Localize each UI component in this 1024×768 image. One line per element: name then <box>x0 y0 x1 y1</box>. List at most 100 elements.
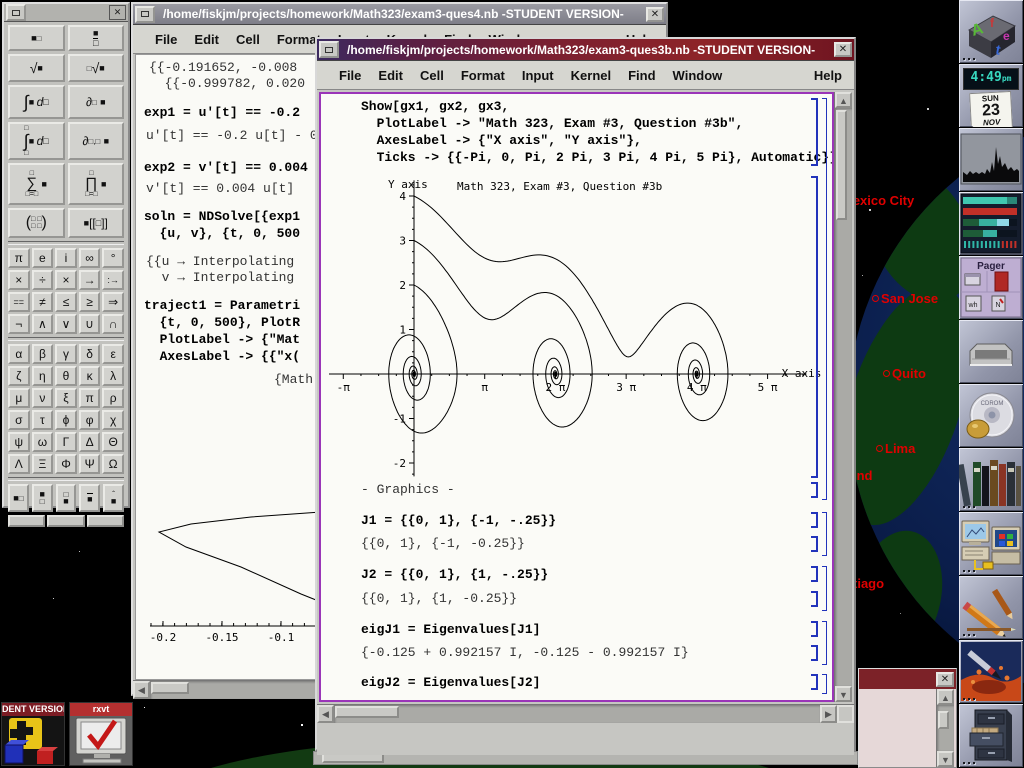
cell-bracket[interactable] <box>811 566 818 582</box>
back-menu-edit[interactable]: Edit <box>194 32 219 47</box>
front-menu-file[interactable]: File <box>339 68 361 83</box>
front-cell-output[interactable]: {{0, 1}, {-1, -0.25}} <box>361 536 525 552</box>
scroll-left-icon[interactable]: ◀ <box>133 681 150 699</box>
palette-symbol-Φ[interactable]: Φ <box>55 454 77 474</box>
palette-product-button[interactable]: □∏□=□ ■ <box>68 163 125 205</box>
palette-sqrt-button[interactable]: √■ <box>8 54 65 82</box>
back-cell-output[interactable]: v'[t] == 0.004 u[t] <box>146 181 294 197</box>
palette-nth-root-button[interactable]: □√■ <box>68 54 125 82</box>
cell-bracket[interactable] <box>811 645 818 661</box>
palette-symbol-≠[interactable]: ≠ <box>32 292 54 312</box>
peek-vscrollbar[interactable]: ▲ ▼ <box>936 689 954 767</box>
palette-symbol-β[interactable]: β <box>32 344 54 364</box>
close-icon[interactable]: ✕ <box>646 7 664 22</box>
palette-symbol-γ[interactable]: γ <box>55 344 77 364</box>
palette-underscript-button[interactable]: ■□ <box>32 484 53 512</box>
scroll-up-icon[interactable]: ▲ <box>937 689 954 705</box>
palette-subscript-button[interactable]: ■□ <box>8 484 29 512</box>
palette-symbol-Γ[interactable]: Γ <box>55 432 77 452</box>
cell-bracket[interactable] <box>811 621 818 637</box>
palette-symbol-≥[interactable]: ≥ <box>79 292 101 312</box>
cell-group-bracket[interactable] <box>822 98 827 500</box>
cell-bracket[interactable] <box>811 176 818 478</box>
palette-symbol-¬[interactable]: ¬ <box>8 314 30 334</box>
back-cell-input[interactable]: soln = NDSolve[{exp1 {u, v}, {t, 0, 500 <box>144 208 300 242</box>
palette-symbol-η[interactable]: η <box>32 366 54 386</box>
window-menu-icon[interactable] <box>135 6 155 23</box>
palette-symbol-Θ[interactable]: Θ <box>102 432 124 452</box>
window-menu-icon[interactable] <box>319 41 339 58</box>
front-hscrollbar[interactable]: ◀ ▶ · <box>317 704 854 723</box>
palette-symbol-μ[interactable]: μ <box>8 388 30 408</box>
network-icon[interactable] <box>959 512 1023 576</box>
palette-symbol-Ψ[interactable]: Ψ <box>79 454 101 474</box>
cell-group-bracket[interactable] <box>822 674 827 694</box>
palette-symbol-:→[interactable]: :→ <box>102 270 124 290</box>
front-cell-output[interactable]: - Graphics - <box>361 482 455 498</box>
cell-group-bracket[interactable] <box>822 566 827 611</box>
palette-symbol-ϕ[interactable]: ϕ <box>55 410 77 430</box>
palette-symbol-∨[interactable]: ∨ <box>55 314 77 334</box>
palette-symbol-i[interactable]: i <box>55 248 77 268</box>
palette-symbol-∧[interactable]: ∧ <box>32 314 54 334</box>
front-cell-input[interactable]: J2 = {{0, 1}, {1, -.25}} <box>361 566 548 583</box>
palette-symbol-∞[interactable]: ∞ <box>79 248 101 268</box>
scroll-down-icon[interactable]: ▼ <box>937 751 954 767</box>
front-menu-kernel[interactable]: Kernel <box>571 68 611 83</box>
load-monitor-icon[interactable] <box>959 128 1023 192</box>
pencils-icon[interactable] <box>959 576 1023 640</box>
back-menu-cell[interactable]: Cell <box>236 32 260 47</box>
back-cell-input[interactable]: exp1 = u'[t] == -0.2 <box>144 104 300 121</box>
palette-titlebar[interactable]: ✕ <box>4 4 128 22</box>
palette-symbol-ψ[interactable]: ψ <box>8 432 30 452</box>
palette-matrix-button[interactable]: (□ □□ □) <box>8 208 65 238</box>
palette-symbol-π[interactable]: π <box>79 388 101 408</box>
afterstep-logo-icon[interactable]: A f t e <box>959 0 1023 64</box>
palette-symbol-ω[interactable]: ω <box>32 432 54 452</box>
palette-sum-button[interactable]: □∑□=□ ■ <box>8 163 65 205</box>
tray-icon[interactable] <box>959 320 1023 384</box>
scroll-left-icon[interactable]: ◀ <box>317 705 334 723</box>
palette-symbol-→[interactable]: → <box>79 270 101 290</box>
cell-bracket[interactable] <box>811 512 818 528</box>
meter-panel-icon[interactable] <box>959 192 1023 256</box>
palette-symbol-ν[interactable]: ν <box>32 388 54 408</box>
front-cell-input[interactable]: eigJ1 = Eigenvalues[J1] <box>361 621 540 638</box>
palette-symbol-α[interactable]: α <box>8 344 30 364</box>
close-icon[interactable]: ✕ <box>936 672 954 687</box>
cell-bracket[interactable] <box>811 674 818 690</box>
scroll-down-icon[interactable]: ▼ <box>835 686 852 702</box>
resize-handle[interactable] <box>47 515 84 527</box>
resize-handle[interactable] <box>8 515 45 527</box>
palette-symbol-Λ[interactable]: Λ <box>8 454 30 474</box>
palette-partial-button[interactable]: ∂□ ■ <box>68 85 125 119</box>
front-menu-help[interactable]: Help <box>814 68 842 83</box>
front-titlebar[interactable]: /home/fiskjm/projects/homework/Math323/e… <box>317 39 854 61</box>
back-cell-output[interactable]: {{-0.191652, -0.008 {{-0.999782, 0.020 <box>149 60 305 92</box>
back-cell-plotlabel[interactable]: {Math <box>274 372 313 388</box>
palette-symbol-°[interactable]: ° <box>102 248 124 268</box>
palette-symbol-∪[interactable]: ∪ <box>79 314 101 334</box>
palette-symbol-ξ[interactable]: ξ <box>55 388 77 408</box>
cell-bracket[interactable] <box>811 482 818 498</box>
front-menu-input[interactable]: Input <box>522 68 554 83</box>
palette-symbol-÷[interactable]: ÷ <box>32 270 54 290</box>
books-icon[interactable] <box>959 448 1023 512</box>
front-menu-cell[interactable]: Cell <box>420 68 444 83</box>
palette-symbol-ε[interactable]: ε <box>102 344 124 364</box>
cdrom-icon[interactable]: CDROM <box>959 384 1023 448</box>
close-icon[interactable]: ✕ <box>109 5 126 20</box>
palette-symbol-δ[interactable]: δ <box>79 344 101 364</box>
palette-definite-integral-button[interactable]: □∫□■ d□ <box>8 122 65 160</box>
back-cell-output[interactable]: u'[t] == -0.2 u[t] - 0 <box>146 128 318 144</box>
palette-symbol-e[interactable]: e <box>32 248 54 268</box>
cell-group-bracket[interactable] <box>822 621 827 665</box>
front-notebook-content[interactable]: -ππ2 π3 π4 π5 π-2-11234X axisY axisMath … <box>319 92 834 702</box>
palette-symbol-ζ[interactable]: ζ <box>8 366 30 386</box>
palette-symbol-σ[interactable]: σ <box>8 410 30 430</box>
back-titlebar[interactable]: /home/fiskjm/projects/homework/Math323/e… <box>133 4 666 25</box>
front-menu-edit[interactable]: Edit <box>378 68 403 83</box>
palette-symbol-λ[interactable]: λ <box>102 366 124 386</box>
back-cell-input[interactable]: traject1 = Parametri {t, 0, 500}, PlotR … <box>144 297 300 365</box>
front-cell-output[interactable]: {-0.125 + 0.992157 I, -0.125 - 0.992157 … <box>361 645 689 661</box>
